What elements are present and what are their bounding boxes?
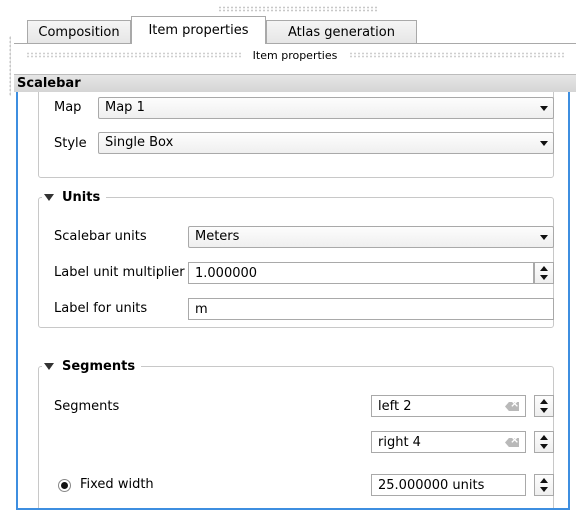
fixed-width-input[interactable]: 25.000000 units: [371, 474, 526, 496]
segments-group-title: Segments: [62, 358, 136, 374]
style-value: Single Box: [105, 135, 174, 150]
multiplier-spin-icon[interactable]: [534, 262, 554, 284]
map-combo[interactable]: Map 1: [98, 97, 554, 119]
segments-left-value: left 2: [378, 399, 412, 414]
map-value: Map 1: [105, 100, 145, 115]
style-combo[interactable]: Single Box: [98, 132, 554, 154]
dock-title: Item properties: [252, 48, 338, 62]
segments-group-toggle[interactable]: Segments: [42, 358, 142, 374]
segments-right-input[interactable]: right 4: [371, 431, 526, 453]
scalebar-units-combo[interactable]: Meters: [188, 226, 554, 248]
multiplier-value: 1.000000: [195, 266, 258, 281]
clear-field-icon[interactable]: [505, 402, 519, 411]
triangle-down-icon: [44, 362, 54, 370]
fixed-width-value: 25.000000 units: [378, 478, 485, 493]
drag-grip[interactable]: [218, 6, 378, 12]
units-group-title: Units: [62, 189, 101, 205]
segments-left-input[interactable]: left 2: [371, 395, 526, 417]
tab-bar-divider: [14, 43, 576, 44]
label-units-input[interactable]: m: [188, 298, 554, 320]
scalebar-units-label: Scalebar units: [54, 229, 147, 244]
chevron-down-icon: [534, 227, 553, 247]
dock-title-bar: Item properties: [14, 46, 576, 64]
tab-label: Item properties: [148, 23, 249, 38]
segments-right-value: right 4: [378, 435, 421, 450]
tab-atlas-generation[interactable]: Atlas generation: [266, 20, 417, 43]
fixed-width-spin-icon[interactable]: [534, 474, 554, 496]
tab-item-properties[interactable]: Item properties: [131, 16, 266, 44]
label-units-label: Label for units: [54, 301, 148, 316]
chevron-down-icon: [534, 98, 553, 118]
clear-field-icon[interactable]: [505, 438, 519, 447]
triangle-down-icon: [44, 193, 54, 201]
fixed-width-label: Fixed width: [80, 477, 154, 492]
grip-dots: [349, 52, 565, 58]
multiplier-input[interactable]: 1.000000: [188, 262, 534, 284]
segments-right-spin-icon[interactable]: [534, 431, 554, 453]
section-header: Scalebar: [14, 74, 576, 92]
tab-label: Atlas generation: [288, 24, 395, 40]
label-units-value: m: [195, 302, 208, 317]
grip-dots: [26, 52, 241, 58]
map-label: Map: [54, 100, 82, 115]
tab-composition[interactable]: Composition: [27, 20, 131, 43]
segments-label: Segments: [54, 399, 120, 414]
chevron-down-icon: [534, 133, 553, 153]
units-group-toggle[interactable]: Units: [42, 189, 107, 205]
tab-label: Composition: [38, 24, 120, 40]
multiplier-label: Label unit multiplier: [54, 265, 185, 280]
style-label: Style: [54, 136, 87, 151]
dock-grip[interactable]: [9, 36, 11, 96]
scalebar-panel: Map Map 1 Style Single Box Units Scaleba…: [16, 92, 570, 510]
fixed-width-radio[interactable]: [58, 479, 71, 492]
segments-left-spin-icon[interactable]: [534, 395, 554, 417]
scalebar-units-value: Meters: [195, 229, 240, 244]
